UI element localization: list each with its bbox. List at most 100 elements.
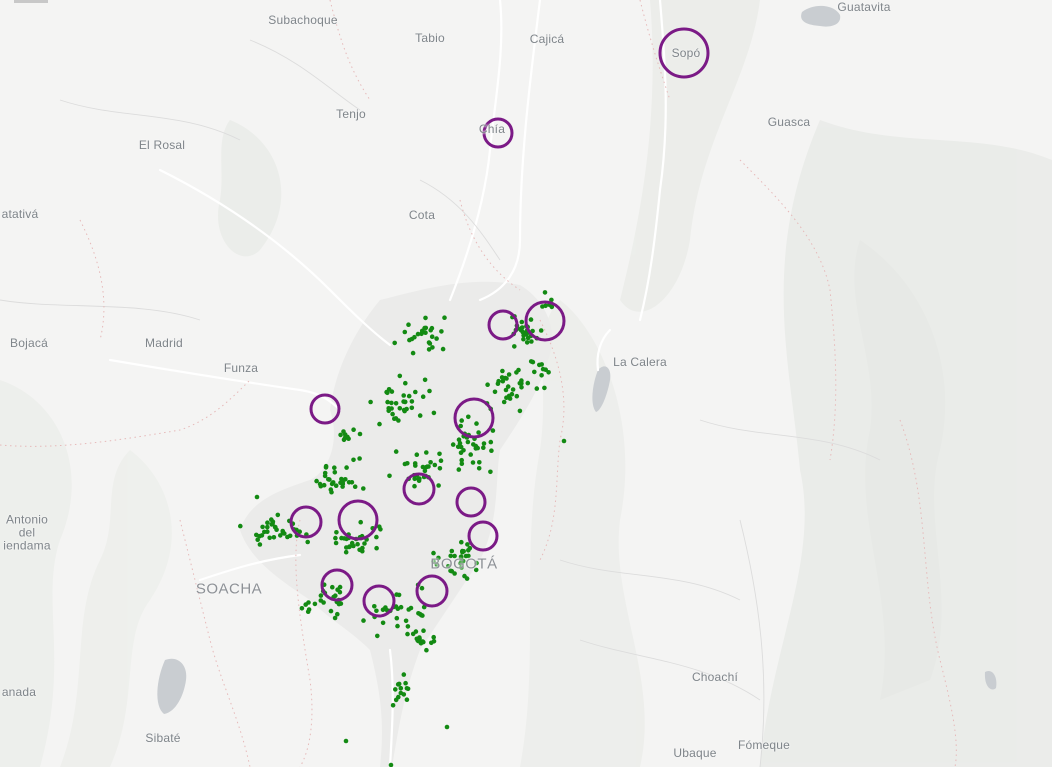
green-point[interactable] xyxy=(341,437,347,443)
green-point[interactable] xyxy=(355,541,360,547)
green-point[interactable] xyxy=(344,545,349,550)
green-point[interactable] xyxy=(372,604,377,609)
green-point[interactable] xyxy=(505,384,511,389)
green-point[interactable] xyxy=(485,382,490,388)
green-point[interactable] xyxy=(421,639,426,645)
green-point[interactable] xyxy=(449,548,455,554)
green-point[interactable] xyxy=(269,517,274,522)
green-point[interactable] xyxy=(271,535,277,540)
green-point[interactable] xyxy=(393,697,399,703)
green-point[interactable] xyxy=(419,612,424,618)
green-point[interactable] xyxy=(413,389,418,395)
green-point[interactable] xyxy=(287,533,293,539)
green-point[interactable] xyxy=(357,431,363,437)
green-point[interactable] xyxy=(328,487,334,492)
green-point[interactable] xyxy=(299,606,305,611)
green-point[interactable] xyxy=(421,628,426,633)
green-point[interactable] xyxy=(389,400,394,406)
green-point[interactable] xyxy=(392,340,398,346)
green-point[interactable] xyxy=(428,327,434,333)
green-point[interactable] xyxy=(406,393,412,399)
green-point[interactable] xyxy=(405,624,411,629)
green-point[interactable] xyxy=(393,401,399,406)
green-point[interactable] xyxy=(406,322,411,328)
green-point[interactable] xyxy=(477,460,482,465)
green-point[interactable] xyxy=(409,399,415,404)
green-point[interactable] xyxy=(377,421,382,427)
green-point[interactable] xyxy=(274,527,279,532)
green-point[interactable] xyxy=(419,585,425,591)
green-point[interactable] xyxy=(416,638,421,644)
green-point[interactable] xyxy=(434,336,439,341)
green-point[interactable] xyxy=(422,377,428,383)
green-point[interactable] xyxy=(410,631,416,637)
green-point[interactable] xyxy=(265,520,270,525)
green-point[interactable] xyxy=(489,448,494,454)
green-point[interactable] xyxy=(519,385,524,390)
green-point[interactable] xyxy=(427,341,433,346)
green-point[interactable] xyxy=(332,615,338,621)
green-point[interactable] xyxy=(401,393,407,398)
green-point[interactable] xyxy=(318,593,324,598)
green-point[interactable] xyxy=(431,634,437,640)
green-point[interactable] xyxy=(362,541,367,546)
green-point[interactable] xyxy=(397,373,403,379)
green-point[interactable] xyxy=(512,344,517,349)
green-point[interactable] xyxy=(397,406,403,411)
green-point[interactable] xyxy=(259,533,265,538)
green-point[interactable] xyxy=(404,406,409,412)
green-point[interactable] xyxy=(392,416,397,422)
green-point[interactable] xyxy=(351,427,356,433)
green-point[interactable] xyxy=(444,724,450,730)
green-point[interactable] xyxy=(414,452,420,458)
green-point[interactable] xyxy=(473,443,479,449)
green-point[interactable] xyxy=(438,458,444,464)
green-point[interactable] xyxy=(334,530,339,535)
green-point[interactable] xyxy=(403,618,409,624)
green-point[interactable] xyxy=(514,393,520,399)
green-point[interactable] xyxy=(351,457,356,463)
green-point[interactable] xyxy=(510,387,516,392)
green-point[interactable] xyxy=(539,362,544,367)
green-point[interactable] xyxy=(422,468,428,474)
green-point[interactable] xyxy=(390,411,395,417)
green-point[interactable] xyxy=(504,395,509,401)
green-point[interactable] xyxy=(278,533,283,538)
green-point[interactable] xyxy=(409,405,415,411)
green-point[interactable] xyxy=(481,445,486,451)
green-point[interactable] xyxy=(352,484,358,490)
green-point[interactable] xyxy=(333,535,338,541)
green-point[interactable] xyxy=(387,473,392,479)
green-point[interactable] xyxy=(474,421,479,426)
green-point[interactable] xyxy=(532,369,537,375)
green-point[interactable] xyxy=(499,375,505,380)
green-point[interactable] xyxy=(305,609,311,614)
green-point[interactable] xyxy=(322,470,328,476)
green-point[interactable] xyxy=(303,602,309,607)
green-point[interactable] xyxy=(459,461,465,467)
green-point[interactable] xyxy=(361,486,366,491)
green-point[interactable] xyxy=(403,680,408,686)
green-point[interactable] xyxy=(481,441,487,446)
green-point[interactable] xyxy=(349,480,355,485)
green-point[interactable] xyxy=(398,685,404,691)
green-point[interactable] xyxy=(524,340,530,345)
green-point[interactable] xyxy=(394,615,400,621)
green-point[interactable] xyxy=(374,608,379,614)
green-point[interactable] xyxy=(538,328,544,333)
green-point[interactable] xyxy=(528,317,534,322)
green-point[interactable] xyxy=(253,532,259,538)
green-point[interactable] xyxy=(378,527,383,532)
green-point[interactable] xyxy=(466,414,471,420)
green-point[interactable] xyxy=(238,523,243,529)
green-point[interactable] xyxy=(500,368,505,374)
green-point[interactable] xyxy=(504,376,509,381)
green-point[interactable] xyxy=(521,336,526,342)
green-point[interactable] xyxy=(405,631,410,637)
green-point[interactable] xyxy=(318,598,324,603)
green-point[interactable] xyxy=(413,463,418,468)
green-point[interactable] xyxy=(517,408,523,414)
green-point[interactable] xyxy=(314,478,319,484)
green-point[interactable] xyxy=(519,319,525,325)
green-point[interactable] xyxy=(317,481,323,487)
